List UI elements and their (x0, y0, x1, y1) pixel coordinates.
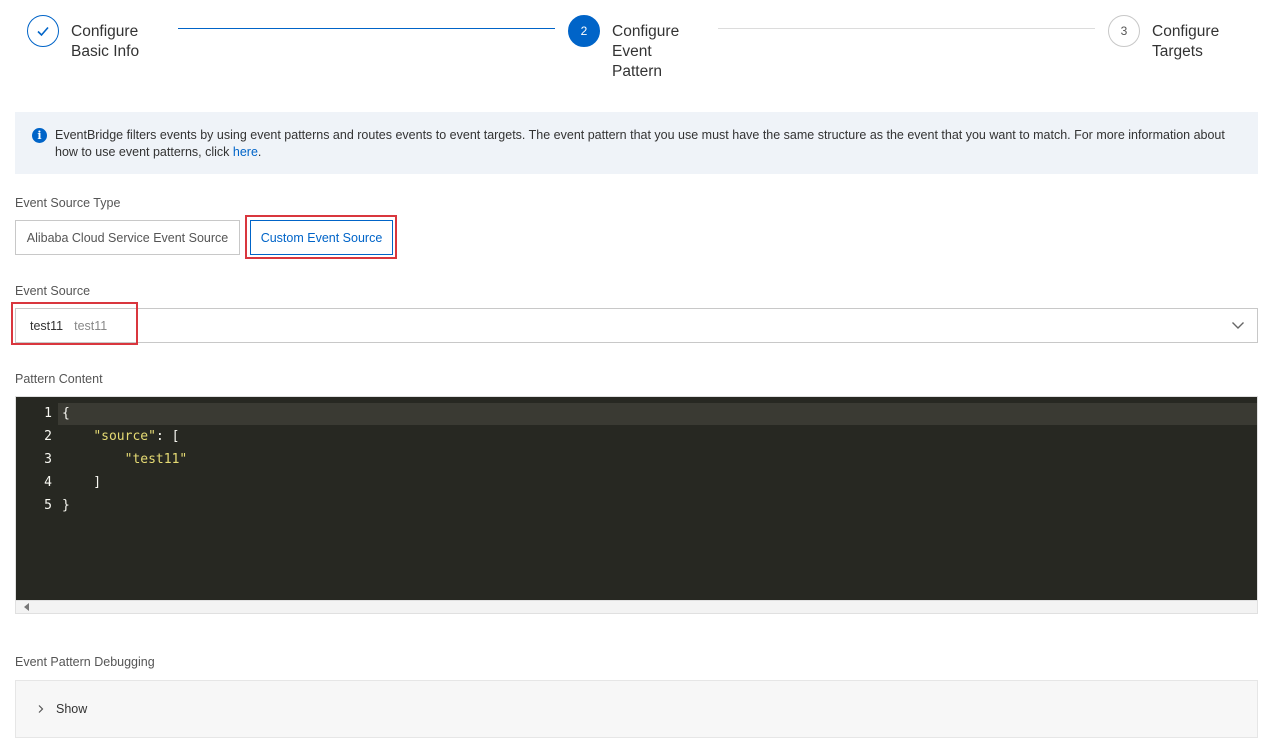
code-text: "source": [ (93, 429, 180, 444)
wizard-steps: Configure Basic Info 2 Configure Event P… (0, 0, 1269, 100)
event-source-select[interactable]: test11 test11 (15, 308, 1258, 343)
info-text: EventBridge filters events by using even… (55, 128, 1225, 159)
step-targets: 3 Configure Targets (1108, 15, 1234, 62)
event-source-label: Event Source (15, 284, 91, 298)
alibaba-cloud-service-source-button[interactable]: Alibaba Cloud Service Event Source (15, 220, 240, 255)
code-text: ] (62, 475, 102, 490)
step-basic-info: Configure Basic Info (27, 15, 153, 62)
scroll-left-icon[interactable] (24, 603, 29, 611)
custom-event-source-button[interactable]: Custom Event Source (250, 220, 393, 255)
step-number: 3 (1108, 15, 1140, 47)
code-text: } (62, 498, 70, 513)
line-number: 1 (44, 406, 52, 421)
event-source-type-label: Event Source Type (15, 196, 121, 210)
chevron-right-icon (38, 705, 44, 713)
code-text: "test11" (62, 452, 188, 467)
info-text-end: . (257, 145, 262, 159)
show-toggle[interactable]: Show (56, 702, 87, 716)
pattern-content-label: Pattern Content (15, 372, 103, 386)
code-line: 2 "source": [ (16, 425, 1257, 448)
code-text: { (62, 406, 70, 421)
code-line: 1 { (16, 402, 1257, 425)
step-connector (718, 28, 1095, 29)
code-line: 5 } (16, 494, 1257, 517)
chevron-down-icon[interactable] (1231, 318, 1245, 332)
step-title: Configure Targets (1152, 23, 1220, 60)
step-number: 2 (568, 15, 600, 47)
line-number: 3 (44, 452, 52, 467)
info-message: i EventBridge filters events by using ev… (15, 112, 1258, 174)
code-line: 3 "test11" (16, 448, 1257, 471)
step-done-check-icon (27, 15, 59, 47)
line-number: 4 (44, 475, 52, 490)
help-link[interactable]: here (233, 145, 258, 159)
debugging-panel[interactable]: Show (15, 680, 1258, 738)
step-title: Configure Event Pattern (612, 23, 680, 80)
selected-value: test11 (30, 318, 64, 333)
event-pattern-debugging-label: Event Pattern Debugging (15, 655, 155, 669)
step-connector (178, 28, 555, 29)
line-number: 2 (44, 429, 52, 444)
pattern-code-editor[interactable]: 1 { 2 "source": [ 3 "test11" 4 ] 5 } (15, 396, 1258, 614)
selected-description: test11 (74, 318, 108, 333)
info-icon: i (32, 128, 47, 143)
line-number: 5 (44, 498, 52, 513)
step-event-pattern: 2 Configure Event Pattern (568, 15, 694, 82)
step-title: Configure Basic Info (71, 23, 140, 60)
code-line: 4 ] (16, 471, 1257, 494)
horizontal-scrollbar[interactable] (16, 600, 1257, 613)
